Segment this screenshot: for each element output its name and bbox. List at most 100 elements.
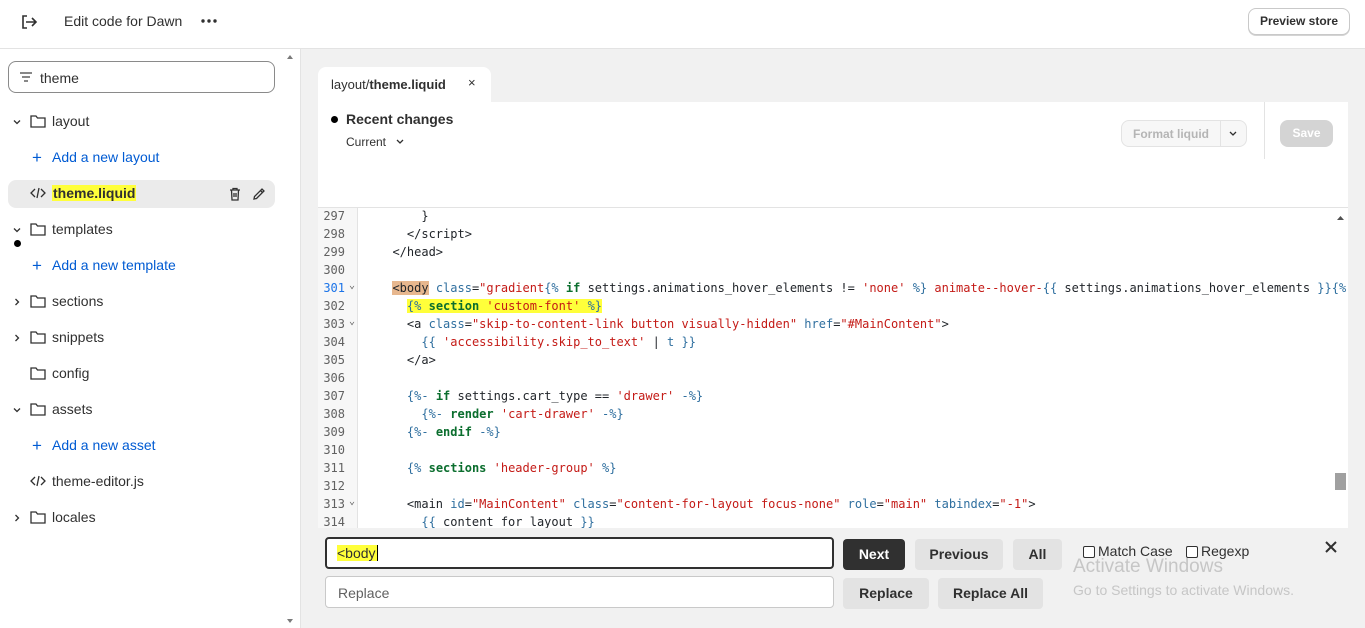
code-line: 298 </script> (318, 226, 1333, 244)
find-value: <body (337, 545, 378, 561)
file-label: theme-editor.js (52, 473, 144, 489)
tab-theme-liquid[interactable]: layout/theme.liquid × (318, 67, 491, 103)
folder-sections[interactable]: sections (0, 288, 290, 316)
recent-changes-title: Recent changes (346, 111, 454, 127)
line-number: 305 (323, 353, 345, 367)
line-content: </a> (378, 353, 436, 367)
folder-label: assets (52, 401, 93, 417)
folder-icon (30, 367, 46, 380)
replace-all-button[interactable]: Replace All (938, 578, 1043, 609)
line-number: 313 (323, 497, 345, 511)
file-search-value: theme (40, 70, 79, 86)
code-editor[interactable]: 297 } 298 </script> 299 </head> 300 301 … (318, 207, 1348, 557)
folder-label: locales (52, 509, 96, 525)
line-number: 306 (323, 371, 345, 385)
tab-close-icon[interactable]: × (468, 75, 476, 90)
top-bar: Edit code for Dawn Preview store (0, 0, 1365, 49)
header-divider (1264, 102, 1265, 159)
add-template-link[interactable]: + Add a new template (0, 252, 290, 280)
find-next-button[interactable]: Next (843, 539, 905, 570)
replace-placeholder: Replace (338, 585, 390, 601)
code-line: 307 {%- if settings.cart_type == 'drawer… (318, 388, 1333, 406)
page-title: Edit code for Dawn (64, 13, 183, 29)
folder-templates[interactable]: templates (0, 216, 290, 244)
code-line: 313 ⌄ <main id="MainContent" class="cont… (318, 496, 1333, 514)
activate-windows-subtext: Go to Settings to activate Windows. (1073, 582, 1294, 598)
close-icon[interactable] (1323, 539, 1339, 555)
rename-pencil-icon[interactable] (251, 186, 267, 202)
folder-layout[interactable]: layout (0, 108, 290, 136)
chevron-down-icon (396, 139, 404, 144)
fold-icon[interactable]: ⌄ (349, 316, 355, 327)
replace-input[interactable]: Replace (325, 576, 834, 608)
code-file-icon (30, 475, 46, 487)
preview-store-button[interactable]: Preview store (1247, 8, 1350, 35)
chevron-down-icon[interactable] (1227, 129, 1239, 139)
add-layout-link[interactable]: + Add a new layout (0, 144, 290, 172)
folder-label: templates (52, 221, 113, 237)
more-actions-icon[interactable] (198, 10, 220, 32)
line-content: <main id="MainContent" class="content-fo… (378, 497, 1036, 511)
add-asset-link[interactable]: + Add a new asset (0, 432, 290, 460)
scroll-thumb[interactable] (1335, 473, 1346, 490)
chevron-down-icon (13, 120, 21, 125)
format-liquid-button[interactable]: Format liquid (1121, 120, 1247, 147)
fold-icon[interactable]: ⌄ (349, 280, 355, 291)
add-layout-label: Add a new layout (52, 149, 160, 165)
tab-label: layout/theme.liquid (331, 77, 446, 92)
chevron-down-icon (13, 228, 21, 233)
line-content: {%- if settings.cart_type == 'drawer' -%… (406, 389, 704, 403)
file-sidebar: theme layout + Add a new layout theme.li… (0, 49, 301, 628)
save-button[interactable]: Save (1280, 120, 1333, 147)
code-file-icon (30, 187, 46, 199)
code-line: 305 </a> (318, 352, 1333, 370)
line-number: 309 (323, 425, 345, 439)
folder-icon (30, 403, 46, 416)
chevron-right-icon (15, 298, 20, 306)
line-content: {% section 'custom-font' %} (406, 299, 603, 313)
editor-area: layout/theme.liquid × Recent changes Cur… (301, 49, 1365, 628)
exit-icon[interactable] (18, 11, 40, 33)
folder-snippets[interactable]: snippets (0, 324, 290, 352)
button-divider (1220, 121, 1221, 146)
line-content: </head> (378, 245, 444, 259)
line-content: } (378, 209, 429, 223)
folder-label: config (52, 365, 90, 381)
code-vertical-scrollbar[interactable] (1333, 208, 1348, 557)
find-previous-button[interactable]: Previous (915, 539, 1003, 570)
file-theme-liquid[interactable]: theme.liquid (8, 180, 275, 208)
fold-icon[interactable]: ⌄ (349, 496, 355, 507)
line-number: 314 (323, 515, 345, 529)
folder-locales[interactable]: locales (0, 504, 290, 532)
replace-button[interactable]: Replace (843, 578, 929, 609)
version-select[interactable]: Current (346, 135, 405, 149)
plus-icon: + (32, 436, 42, 455)
add-asset-label: Add a new asset (52, 437, 156, 453)
folder-icon (30, 115, 46, 128)
find-all-button[interactable]: All (1013, 539, 1062, 570)
scroll-arrows-icon (1337, 216, 1344, 552)
code-line: 302 {% section 'custom-font' %} (318, 298, 1333, 316)
find-input[interactable]: <body (325, 537, 834, 569)
chevron-right-icon (15, 514, 20, 522)
folder-assets[interactable]: assets (0, 396, 290, 424)
line-number: 304 (323, 335, 345, 349)
chevron-down-icon (13, 408, 21, 413)
folder-label: layout (52, 113, 90, 129)
file-theme-editor-js[interactable]: theme-editor.js (0, 468, 290, 496)
code-line: 299 </head> (318, 244, 1333, 262)
folder-icon (30, 331, 46, 344)
line-content: <a class="skip-to-content-link button vi… (378, 317, 949, 331)
delete-icon[interactable] (227, 186, 243, 202)
folder-config[interactable]: config (0, 360, 290, 388)
line-number: 307 (323, 389, 345, 403)
filter-icon (20, 72, 32, 82)
code-line: 304 {{ 'accessibility.skip_to_text' | t … (318, 334, 1333, 352)
line-content: {%- render 'cart-drawer' -%} (421, 407, 624, 421)
file-search-input[interactable]: theme (8, 61, 275, 93)
code-line: 310 (318, 442, 1333, 460)
line-content: {{ content_for_layout }} (421, 515, 595, 529)
code-line: 301 ⌄ <body class="gradient{% if setting… (318, 280, 1346, 298)
line-content: {%- endif -%} (406, 425, 501, 439)
add-template-label: Add a new template (52, 257, 176, 273)
